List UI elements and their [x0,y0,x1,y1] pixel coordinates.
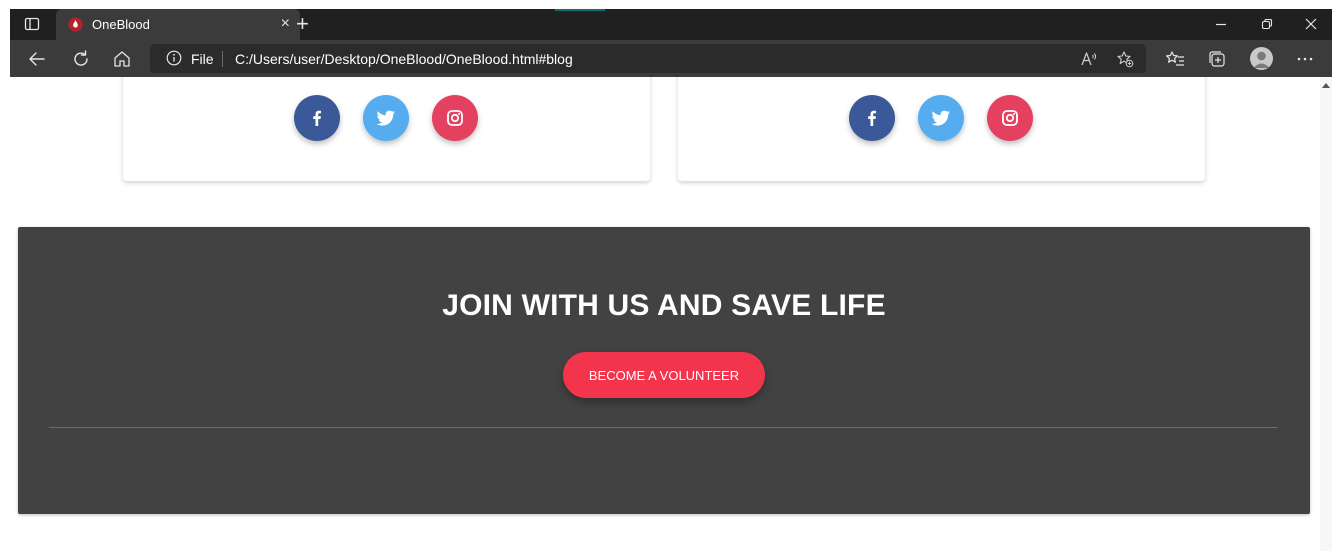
address-separator [222,51,223,67]
tab-close-button[interactable]: × [281,15,290,33]
facebook-link[interactable] [849,95,895,141]
close-icon [1305,18,1317,30]
new-tab-button[interactable]: + [296,12,309,36]
info-icon[interactable] [166,50,182,66]
twitter-icon [931,110,950,126]
profile-icon [1253,51,1270,68]
blood-drop-icon [68,17,83,32]
address-url[interactable]: C:/Users/user/Desktop/OneBlood/OneBlood.… [235,51,573,67]
instagram-icon [1002,110,1018,126]
vertical-scrollbar[interactable] [1320,77,1332,551]
home-icon[interactable] [111,48,133,70]
team-card [678,77,1205,181]
address-scheme-label: File [191,51,214,67]
profile-avatar[interactable] [1250,47,1273,70]
browser-window: OneBlood × + File C:/Users/user/Desktop/… [0,0,1340,551]
refresh-icon[interactable] [70,48,92,70]
restore-icon [1261,18,1273,30]
instagram-icon [447,110,463,126]
browser-toolbar: File C:/Users/user/Desktop/OneBlood/OneB… [10,40,1332,77]
twitter-link[interactable] [363,95,409,141]
tab-accent-line [555,9,605,11]
twitter-icon [376,110,395,126]
address-bar[interactable]: File C:/Users/user/Desktop/OneBlood/OneB… [150,44,1146,73]
tab-strip: OneBlood × + [10,9,1332,40]
instagram-link[interactable] [432,95,478,141]
minimize-icon [1216,23,1226,26]
more-icon[interactable] [1294,48,1316,70]
close-window-button[interactable] [1288,9,1334,40]
back-arrow-icon[interactable] [26,48,48,70]
add-favorite-icon[interactable] [1116,50,1134,68]
join-title: JOIN WITH US AND SAVE LIFE [442,289,886,322]
facebook-icon [313,110,321,126]
tab-actions-icon[interactable] [24,16,40,32]
instagram-link[interactable] [987,95,1033,141]
twitter-link[interactable] [918,95,964,141]
page-viewport: JOIN WITH US AND SAVE LIFE BECOME A VOLU… [0,77,1340,551]
join-section: JOIN WITH US AND SAVE LIFE BECOME A VOLU… [18,227,1310,514]
tab-oneblood[interactable]: OneBlood × [56,9,300,40]
team-card [123,77,650,181]
scroll-up-arrow-icon[interactable] [1322,83,1330,88]
favorites-icon[interactable] [1164,48,1186,70]
facebook-icon [868,110,876,126]
collections-icon[interactable] [1206,48,1228,70]
restore-button[interactable] [1244,9,1290,40]
tab-title: OneBlood [92,17,150,32]
minimize-button[interactable] [1198,9,1244,40]
read-aloud-icon[interactable] [1080,50,1098,68]
section-divider [49,427,1278,428]
become-volunteer-button[interactable]: BECOME A VOLUNTEER [563,352,765,398]
facebook-link[interactable] [294,95,340,141]
